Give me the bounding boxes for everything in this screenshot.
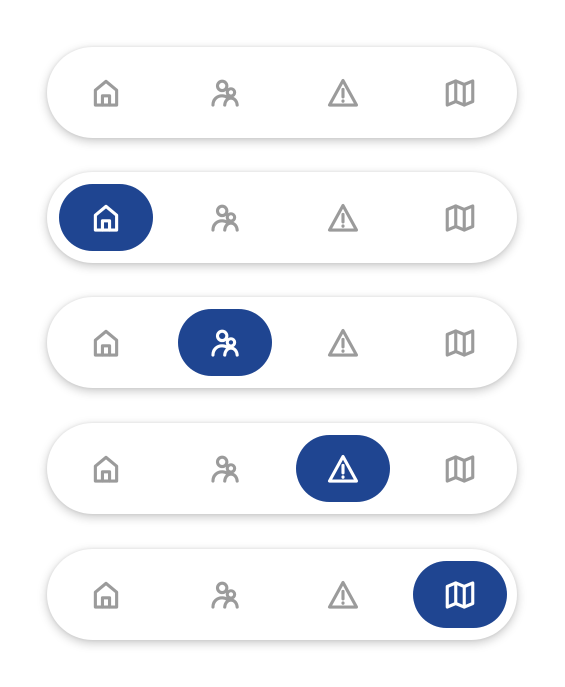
nav-contacts-button[interactable] [178,435,272,502]
map-icon [445,328,475,357]
nav-contacts-button[interactable] [178,561,272,628]
nav-home-button[interactable] [59,435,153,502]
user-group-icon [211,204,239,232]
nav-home-button[interactable] [59,59,153,126]
user-group-icon [211,329,239,357]
bottom-nav-bar [47,297,517,388]
nav-map-button[interactable] [413,561,507,628]
bottom-nav-bar [47,172,517,263]
nav-contacts-button[interactable] [178,309,272,376]
map-icon [445,78,475,107]
user-group-icon [211,455,239,483]
warning-triangle-icon [327,580,359,609]
nav-alerts-button[interactable] [296,59,390,126]
warning-triangle-icon [327,203,359,232]
bottom-nav-bar [47,423,517,514]
nav-map-button[interactable] [413,59,507,126]
map-icon [445,203,475,232]
nav-home-button[interactable] [59,184,153,251]
nav-contacts-button[interactable] [178,59,272,126]
home-icon [93,581,119,609]
nav-contacts-button[interactable] [178,184,272,251]
nav-map-button[interactable] [413,184,507,251]
nav-alerts-button[interactable] [296,309,390,376]
home-icon [93,79,119,107]
nav-alerts-button[interactable] [296,184,390,251]
warning-triangle-icon [327,454,359,483]
tab-bar-variants-sheet [0,0,565,687]
home-icon [93,329,119,357]
nav-alerts-button[interactable] [296,561,390,628]
warning-triangle-icon [327,78,359,107]
nav-alerts-button[interactable] [296,435,390,502]
nav-home-button[interactable] [59,309,153,376]
warning-triangle-icon [327,328,359,357]
map-icon [445,580,475,609]
bottom-nav-bar [47,549,517,640]
nav-map-button[interactable] [413,309,507,376]
bottom-nav-bar [47,47,517,138]
nav-map-button[interactable] [413,435,507,502]
map-icon [445,454,475,483]
nav-home-button[interactable] [59,561,153,628]
user-group-icon [211,79,239,107]
home-icon [93,204,119,232]
user-group-icon [211,581,239,609]
home-icon [93,455,119,483]
